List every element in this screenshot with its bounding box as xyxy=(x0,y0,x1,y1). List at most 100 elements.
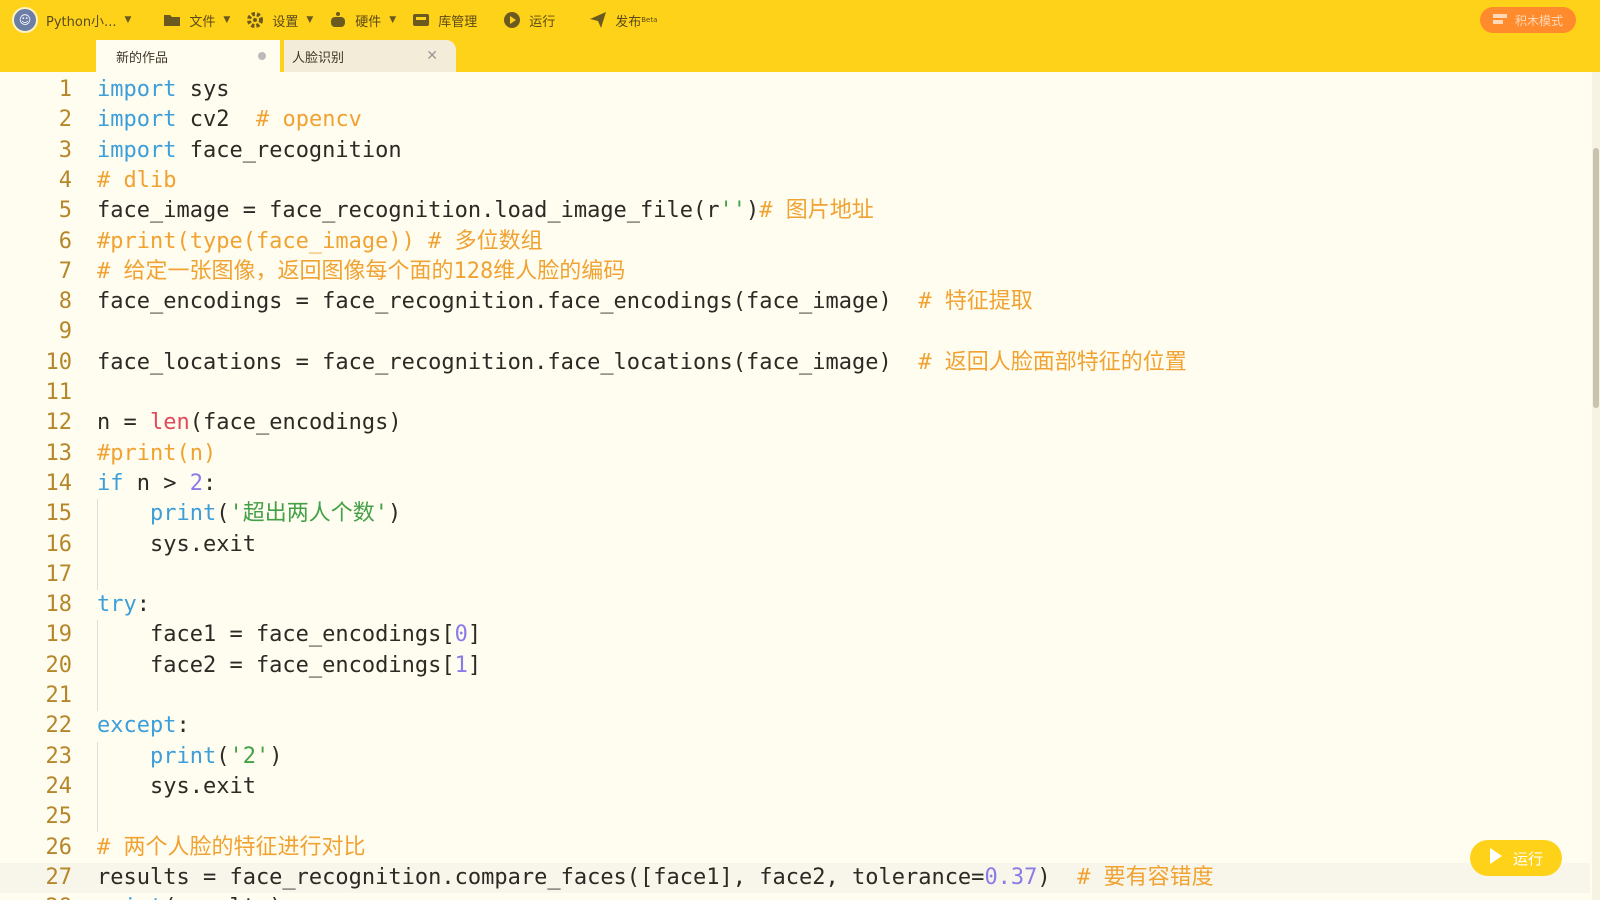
code-line[interactable]: 12 n = len(face_encodings) xyxy=(0,408,1590,438)
publish-button[interactable]: 发布 Beta xyxy=(589,0,657,40)
code-text[interactable]: import cv2 # opencv xyxy=(97,105,362,135)
library-button[interactable]: 库管理 xyxy=(412,0,477,40)
code-text[interactable]: face_encodings = face_recognition.face_e… xyxy=(97,287,1033,317)
code-text[interactable]: face2 = face_encodings[1] xyxy=(97,651,481,681)
line-number: 1 xyxy=(58,77,72,102)
line-number: 22 xyxy=(45,713,73,739)
code-line[interactable]: 14 if n > 2: xyxy=(0,469,1590,499)
line-number: 4 xyxy=(58,167,72,193)
hardware-menu[interactable]: 硬件 ▼ xyxy=(329,0,396,40)
code-line[interactable]: 2 import cv2 # opencv xyxy=(0,105,1590,135)
code-line[interactable]: 23 print('2') xyxy=(0,742,1590,772)
line-number: 24 xyxy=(45,773,73,799)
code-line[interactable]: 4 # dlib xyxy=(0,166,1590,196)
code-text[interactable]: import face_recognition xyxy=(97,136,402,166)
code-text[interactable]: face_image = face_recognition.load_image… xyxy=(97,196,874,226)
code-text[interactable]: try: xyxy=(97,590,150,620)
line-number: 17 xyxy=(45,561,73,587)
line-number: 23 xyxy=(45,743,73,769)
tab-label: 人脸识别 xyxy=(292,50,345,66)
scrollbar-thumb[interactable] xyxy=(1593,148,1599,408)
code-text[interactable]: results = face_recognition.compare_faces… xyxy=(97,863,1214,893)
code-line[interactable]: 15 print('超出两人个数') xyxy=(0,499,1590,529)
code-line[interactable]: 17 xyxy=(0,560,1590,590)
code-text[interactable]: #print(n) xyxy=(97,439,216,469)
code-line[interactable]: 26 # 两个人脸的特征进行对比 xyxy=(0,833,1590,863)
avatar: ☺ xyxy=(12,7,38,33)
play-icon xyxy=(503,11,521,29)
line-number: 2 xyxy=(58,107,72,133)
robot-icon xyxy=(329,11,347,29)
block-mode-button[interactable]: 积木模式 xyxy=(1480,7,1576,33)
line-number: 6 xyxy=(58,228,72,254)
code-text[interactable]: # 给定一张图像，返回图像每个面的128维人脸的编码 xyxy=(97,257,625,287)
library-icon xyxy=(412,11,430,29)
code-line[interactable]: 8 face_encodings = face_recognition.face_… xyxy=(0,287,1590,317)
line-number: 7 xyxy=(58,258,72,284)
code-text[interactable]: face_locations = face_recognition.face_l… xyxy=(97,348,1187,378)
line-number: 21 xyxy=(45,683,73,708)
code-text[interactable]: # 两个人脸的特征进行对比 xyxy=(97,833,366,863)
code-line[interactable]: 7 # 给定一张图像，返回图像每个面的128维人脸的编码 xyxy=(0,257,1590,287)
line-number: 3 xyxy=(58,137,72,163)
run-label: 运行 xyxy=(529,14,556,30)
code-text[interactable]: #print(type(face_image)) # 多位数组 xyxy=(97,227,543,257)
code-line[interactable]: 20 face2 = face_encodings[1] xyxy=(0,651,1590,681)
code-text[interactable]: print('超出两人个数') xyxy=(97,499,401,529)
indent-guide xyxy=(97,499,98,591)
code-line[interactable]: 21 xyxy=(0,681,1590,711)
code-text[interactable]: sys.exit xyxy=(97,530,256,560)
code-line[interactable]: 5 face_image = face_recognition.load_imag… xyxy=(0,196,1590,226)
code-editor[interactable]: 1 import sys 2 import cv2 # opencv 3 import f… xyxy=(0,72,1600,900)
code-line[interactable]: 16 sys.exit xyxy=(0,530,1590,560)
tab-face-recognition[interactable]: 人脸识别 ✕ xyxy=(284,40,456,72)
code-line[interactable]: 3 import face_recognition xyxy=(0,136,1590,166)
code-line[interactable]: 6 #print(type(face_image)) # 多位数组 xyxy=(0,227,1590,257)
file-label: 文件 xyxy=(189,14,216,30)
line-number: 12 xyxy=(45,410,73,436)
code-text[interactable]: face1 = face_encodings[0] xyxy=(97,620,481,650)
code-text[interactable]: if n > 2: xyxy=(97,469,216,499)
code-line[interactable]: 11 xyxy=(0,378,1590,408)
code-line[interactable]: 27 results = face_recognition.compare_fac… xyxy=(0,862,1590,893)
indent-guide xyxy=(97,741,98,833)
chevron-down-icon: ▼ xyxy=(124,15,132,25)
code-text[interactable]: import sys xyxy=(97,75,229,105)
code-line[interactable]: 13 #print(n) xyxy=(0,439,1590,469)
code-text[interactable]: except: xyxy=(97,711,190,741)
code-line[interactable]: 22 except: xyxy=(0,711,1590,741)
code-text[interactable]: # dlib xyxy=(97,166,176,196)
code-text[interactable]: sys.exit xyxy=(97,772,256,802)
scrollbar-track[interactable] xyxy=(1592,72,1600,900)
line-number: 14 xyxy=(45,470,73,496)
line-number: 13 xyxy=(45,440,73,466)
settings-menu[interactable]: 设置 ▼ xyxy=(246,0,313,40)
code-line[interactable]: 19 face1 = face_encodings[0] xyxy=(0,620,1590,650)
code-text[interactable]: n = len(face_encodings) xyxy=(97,408,402,438)
tab-new-work[interactable]: 新的作品 xyxy=(96,40,280,72)
send-icon xyxy=(589,11,607,29)
code-text[interactable]: print(results) xyxy=(97,893,282,900)
code-line[interactable]: 18 try: xyxy=(0,590,1590,620)
chevron-down-icon: ▼ xyxy=(306,15,314,25)
line-number: 16 xyxy=(45,531,73,557)
code-line[interactable]: 1 import sys xyxy=(0,75,1590,105)
line-number: 10 xyxy=(45,349,73,375)
indent-guide xyxy=(97,620,98,712)
line-number: 5 xyxy=(58,198,72,224)
run-button[interactable]: 运行 xyxy=(1470,840,1562,876)
code-text[interactable]: print('2') xyxy=(97,742,282,772)
code-line[interactable]: 24 sys.exit xyxy=(0,772,1590,802)
gear-icon xyxy=(246,11,264,29)
line-number: 19 xyxy=(45,622,73,648)
unsaved-dot-icon xyxy=(258,52,266,60)
file-menu[interactable]: 文件 ▼ xyxy=(163,0,230,40)
close-icon[interactable]: ✕ xyxy=(426,48,438,64)
project-menu[interactable]: ☺ Python小... ▼ xyxy=(0,0,131,40)
code-line[interactable]: 28 print(results) xyxy=(0,893,1590,900)
code-line[interactable]: 25 xyxy=(0,802,1590,832)
code-line[interactable]: 10 face_locations = face_recognition.face… xyxy=(0,348,1590,378)
line-number: 15 xyxy=(45,501,73,527)
run-menu-button[interactable]: 运行 xyxy=(503,0,555,40)
code-line[interactable]: 9 xyxy=(0,317,1590,347)
